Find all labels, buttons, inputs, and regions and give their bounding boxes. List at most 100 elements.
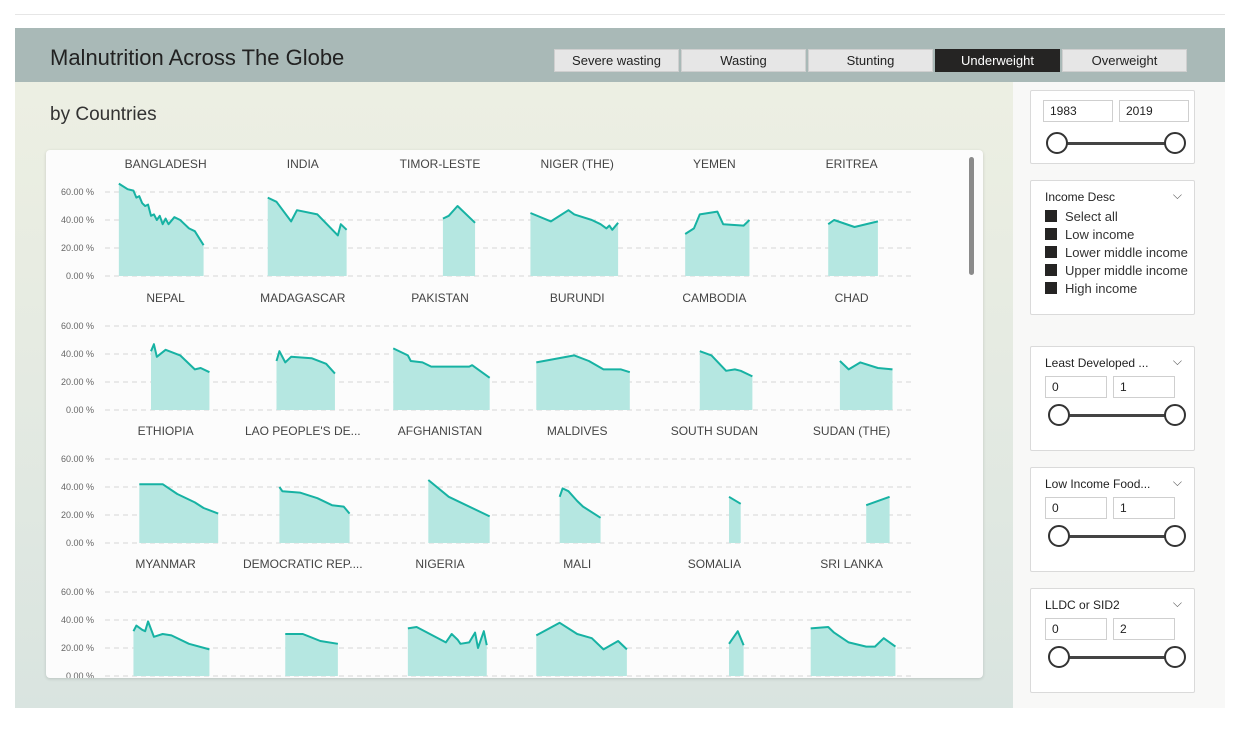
panel-title: TIMOR-LESTE bbox=[400, 157, 481, 171]
panel-title: MADAGASCAR bbox=[260, 291, 346, 305]
year-to-input[interactable]: 2019 bbox=[1119, 100, 1189, 122]
y-tick-label: 60.00 % bbox=[61, 187, 94, 197]
series-area bbox=[267, 197, 347, 276]
y-tick-label: 60.00 % bbox=[61, 587, 94, 597]
tab-severe-wasting[interactable]: Severe wasting bbox=[554, 49, 679, 72]
ldc-to-input[interactable]: 1 bbox=[1113, 376, 1175, 398]
chart-scrollbar[interactable] bbox=[969, 157, 974, 275]
panel-title: NIGERIA bbox=[415, 557, 464, 571]
panel-title: MALI bbox=[563, 557, 591, 571]
panel-title: SOMALIA bbox=[688, 557, 741, 571]
y-tick-label: 20.00 % bbox=[61, 510, 94, 520]
lifdc-slicer-title: Low Income Food... bbox=[1045, 477, 1151, 491]
year-from-input[interactable]: 1983 bbox=[1043, 100, 1113, 122]
ldc-from-input[interactable]: 0 bbox=[1045, 376, 1107, 398]
lldc-to-input[interactable]: 2 bbox=[1113, 618, 1175, 640]
option-label: Select all bbox=[1065, 208, 1118, 224]
checkbox-icon[interactable] bbox=[1045, 282, 1057, 294]
measure-tabs: Severe wasting Wasting Stunting Underwei… bbox=[554, 49, 1189, 72]
panel-title: SOUTH SUDAN bbox=[671, 424, 758, 438]
panel-title: CHAD bbox=[835, 291, 869, 305]
panel-title: ETHIOPIA bbox=[138, 424, 194, 438]
series-area bbox=[536, 622, 627, 676]
page-title: Malnutrition Across The Globe bbox=[50, 45, 345, 70]
income-option-select-all[interactable]: Select all bbox=[1045, 207, 1118, 225]
income-slicer: Income Desc ⌵ Select all Low income Lowe… bbox=[1030, 180, 1195, 315]
panel-title: SRI LANKA bbox=[820, 557, 883, 571]
tab-stunting[interactable]: Stunting bbox=[808, 49, 933, 72]
small-multiples-panel: 60.00 % 40.00 % 20.00 % 0.00 % 60.00 % 40.00 … bbox=[46, 150, 983, 678]
lifdc-from-input[interactable]: 0 bbox=[1045, 497, 1107, 519]
series-area bbox=[536, 355, 630, 410]
panel-title: BANGLADESH bbox=[125, 157, 207, 171]
panel-title: MALDIVES bbox=[547, 424, 608, 438]
series-area bbox=[699, 351, 753, 410]
panel-title: ERITREA bbox=[826, 157, 878, 171]
ldc-slicer-title: Least Developed ... bbox=[1045, 356, 1149, 370]
y-tick-label: 60.00 % bbox=[61, 454, 94, 464]
panel-title: SUDAN (THE) bbox=[813, 424, 890, 438]
ldc-slider-track[interactable] bbox=[1059, 414, 1175, 417]
lifdc-slider-track[interactable] bbox=[1059, 535, 1175, 538]
section-subtitle: by Countries bbox=[50, 104, 157, 125]
panel-title: LAO PEOPLE'S DE... bbox=[245, 424, 361, 438]
chevron-down-icon[interactable]: ⌵ bbox=[1173, 596, 1182, 611]
panel-title: INDIA bbox=[287, 157, 319, 171]
lldc-slicer-title: LLDC or SID2 bbox=[1045, 598, 1120, 612]
series-area bbox=[393, 348, 490, 410]
chevron-down-icon[interactable]: ⌵ bbox=[1173, 475, 1182, 490]
y-tick-label: 40.00 % bbox=[61, 482, 94, 492]
lifdc-to-input[interactable]: 1 bbox=[1113, 497, 1175, 519]
tab-overweight[interactable]: Overweight bbox=[1062, 49, 1187, 72]
chevron-down-icon[interactable]: ⌵ bbox=[1173, 354, 1182, 369]
year-slider-start-handle[interactable] bbox=[1046, 132, 1068, 154]
income-option-low[interactable]: Low income bbox=[1045, 225, 1134, 243]
option-label: Upper middle income bbox=[1065, 262, 1188, 278]
series-area bbox=[279, 487, 350, 543]
low-income-food-slicer: Low Income Food... ⌵ 0 1 bbox=[1030, 467, 1195, 572]
lifdc-slider-end-handle[interactable] bbox=[1164, 525, 1186, 547]
series-area bbox=[810, 627, 896, 676]
y-tick-label: 20.00 % bbox=[61, 243, 94, 253]
checkbox-icon[interactable] bbox=[1045, 228, 1057, 240]
top-divider bbox=[15, 14, 1225, 15]
checkbox-icon[interactable] bbox=[1045, 246, 1057, 258]
y-tick-label: 20.00 % bbox=[61, 377, 94, 387]
small-multiples-chart: 60.00 % 40.00 % 20.00 % 0.00 % 60.00 % 40.00 … bbox=[61, 157, 913, 678]
panel-title: CAMBODIA bbox=[682, 291, 746, 305]
panel-title: PAKISTAN bbox=[411, 291, 469, 305]
ldc-slider-end-handle[interactable] bbox=[1164, 404, 1186, 426]
tab-underweight[interactable]: Underweight bbox=[935, 49, 1060, 72]
y-tick-label: 60.00 % bbox=[61, 321, 94, 331]
series-area bbox=[828, 220, 878, 276]
panel-title: MYANMAR bbox=[135, 557, 196, 571]
panel-title: BURUNDI bbox=[550, 291, 605, 305]
lldc-slider-track[interactable] bbox=[1059, 656, 1175, 659]
year-slider-end-handle[interactable] bbox=[1164, 132, 1186, 154]
ldc-slider-start-handle[interactable] bbox=[1048, 404, 1070, 426]
series-area bbox=[276, 351, 335, 410]
y-tick-label: 20.00 % bbox=[61, 643, 94, 653]
income-option-lower-middle[interactable]: Lower middle income bbox=[1045, 243, 1188, 261]
y-tick-label: 0.00 % bbox=[66, 538, 94, 548]
panel-title: NIGER (THE) bbox=[541, 157, 614, 171]
income-option-high[interactable]: High income bbox=[1045, 279, 1137, 297]
panel-title: DEMOCRATIC REP.... bbox=[243, 557, 363, 571]
y-tick-label: 0.00 % bbox=[66, 671, 94, 678]
y-tick-label: 40.00 % bbox=[61, 615, 94, 625]
lifdc-slider-start-handle[interactable] bbox=[1048, 525, 1070, 547]
option-label: Lower middle income bbox=[1065, 244, 1188, 260]
lldc-slider-start-handle[interactable] bbox=[1048, 646, 1070, 668]
year-range-slicer: 1983 2019 bbox=[1030, 90, 1195, 164]
checkbox-icon[interactable] bbox=[1045, 210, 1057, 222]
y-tick-label: 40.00 % bbox=[61, 349, 94, 359]
least-developed-slicer: Least Developed ... ⌵ 0 1 bbox=[1030, 346, 1195, 451]
chevron-down-icon[interactable]: ⌵ bbox=[1173, 188, 1182, 203]
income-option-upper-middle[interactable]: Upper middle income bbox=[1045, 261, 1188, 279]
year-slider-track[interactable] bbox=[1057, 142, 1175, 145]
lldc-from-input[interactable]: 0 bbox=[1045, 618, 1107, 640]
checkbox-icon[interactable] bbox=[1045, 264, 1057, 276]
option-label: High income bbox=[1065, 280, 1138, 296]
tab-wasting[interactable]: Wasting bbox=[681, 49, 806, 72]
lldc-slider-end-handle[interactable] bbox=[1164, 646, 1186, 668]
